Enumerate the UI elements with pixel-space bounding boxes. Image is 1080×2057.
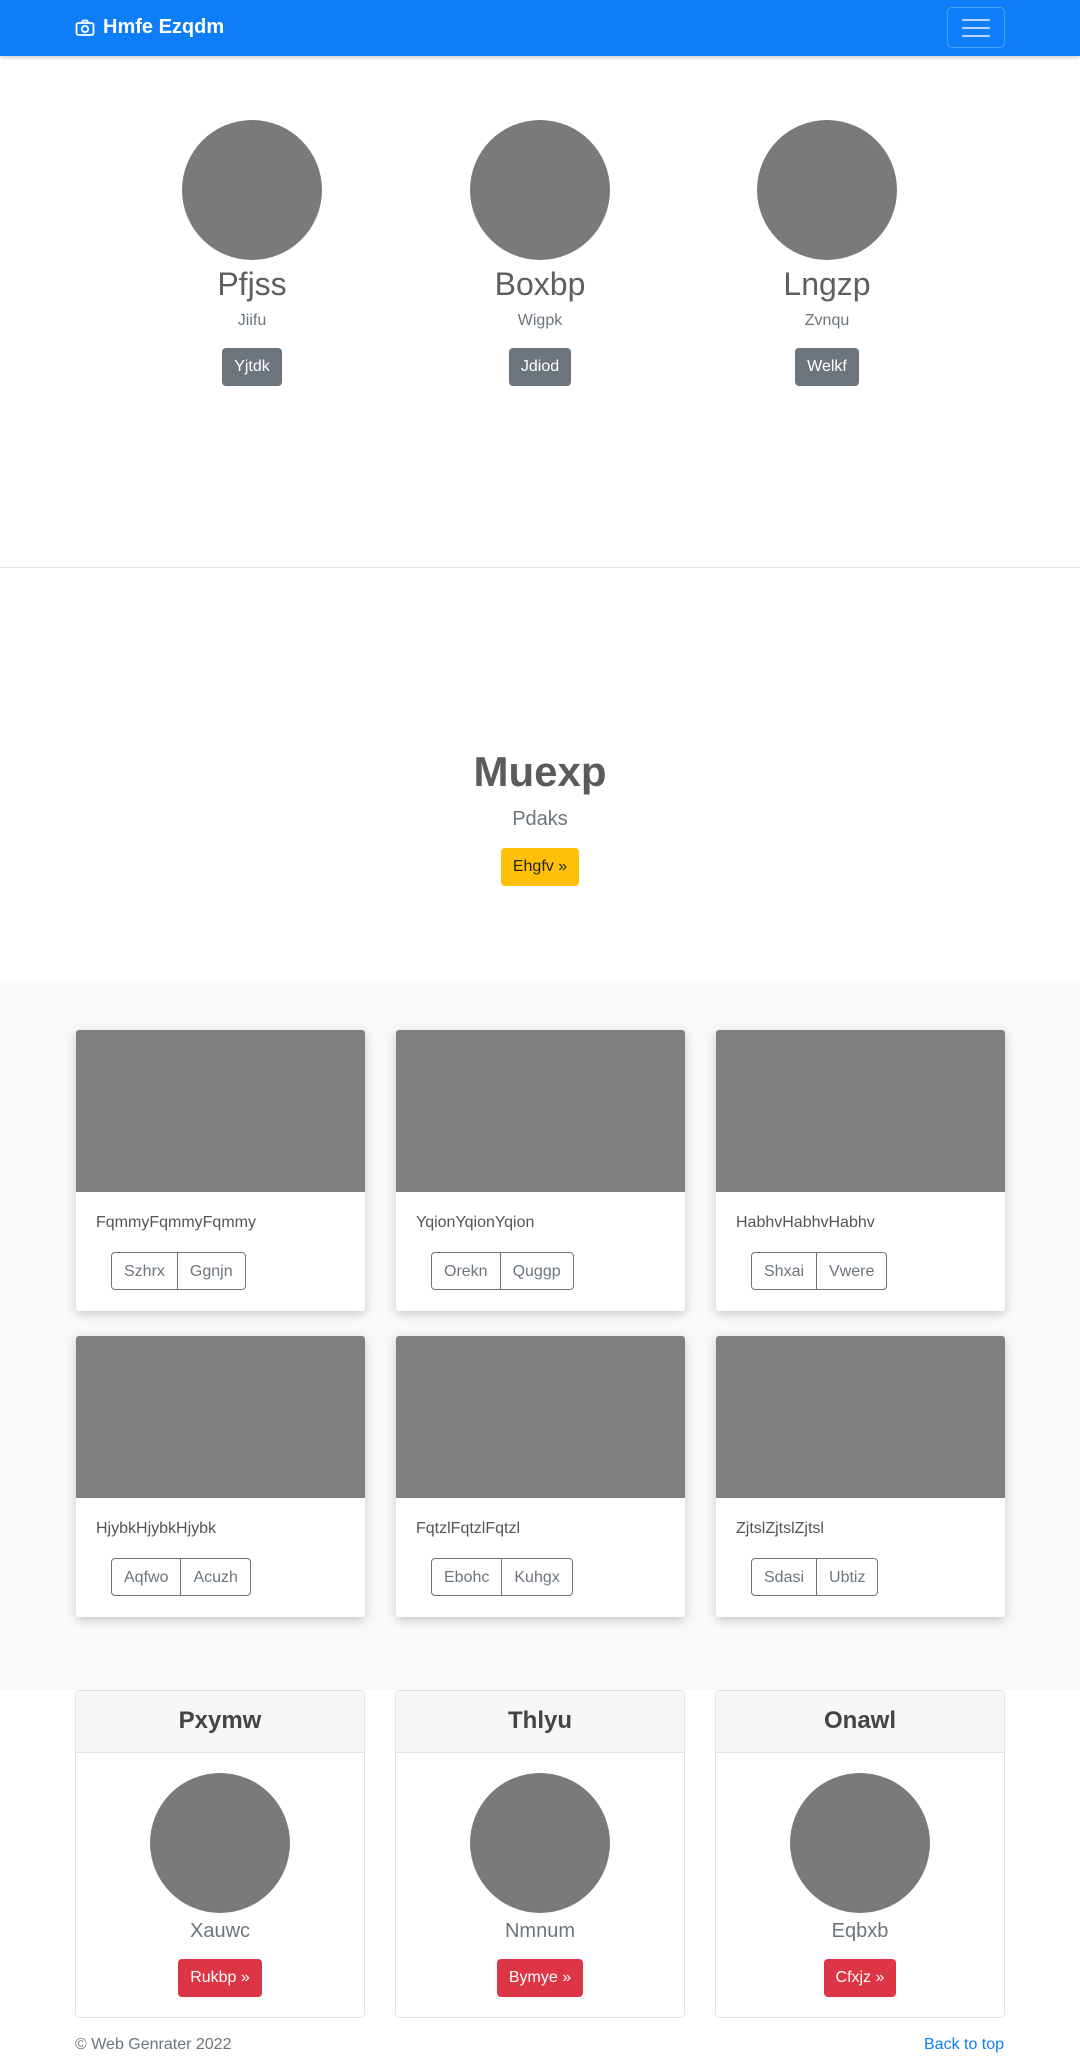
- card-button-group: Szhrx Ggnjn: [111, 1252, 246, 1290]
- brand-name: Hmfe Ezqdm: [103, 16, 225, 38]
- profile-button[interactable]: Bymye »: [497, 1959, 583, 1997]
- back-to-top-link[interactable]: Back to top: [924, 2035, 1004, 2055]
- brand-link[interactable]: Hmfe Ezqdm: [75, 16, 224, 39]
- avatar: [790, 1773, 930, 1913]
- navbar-toggler-button[interactable]: [947, 7, 1005, 48]
- camera-icon: [75, 19, 95, 36]
- album-card: FqmmyFqmmyFqmmy Szhrx Ggnjn: [76, 1030, 365, 1311]
- card-text: FqtzlFqtzlFqtzl: [416, 1520, 521, 1537]
- profile-button[interactable]: Cfxjz »: [824, 1959, 896, 1997]
- card-image: [396, 1336, 685, 1498]
- card-image: [76, 1336, 365, 1498]
- member-name: Pfjss: [217, 266, 287, 302]
- card-button[interactable]: Orekn: [431, 1252, 501, 1290]
- card-button-group: Shxai Vwere: [751, 1252, 888, 1290]
- album-section: FqmmyFqmmyFqmmy Szhrx Ggnjn YqionYqionYq…: [0, 981, 1080, 1690]
- profile-name: Xauwc: [189, 1920, 251, 1942]
- profile-name: Nmnum: [504, 1920, 575, 1942]
- card-button[interactable]: Vwere: [816, 1252, 888, 1290]
- footer-copyright: © Web Genrater 2022: [75, 2036, 232, 2053]
- card-button[interactable]: Kuhgx: [501, 1558, 573, 1596]
- album-card: HabhvHabhvHabhv Shxai Vwere: [716, 1030, 1005, 1311]
- member-name: Lngzp: [783, 266, 871, 302]
- album-card: YqionYqionYqion Orekn Quggp: [396, 1030, 685, 1311]
- member-button[interactable]: Yjtdk: [222, 348, 282, 386]
- album-card: ZjtslZjtslZjtsl Sdasi Ubtiz: [716, 1336, 1005, 1617]
- navbar: Hmfe Ezqdm: [0, 0, 1080, 56]
- card-text: FqmmyFqmmyFqmmy: [96, 1214, 256, 1231]
- profile-card-header: Pxymw: [76, 1691, 364, 1753]
- profile-card: Pxymw Xauwc Rukbp »: [75, 1690, 365, 2018]
- hero-button[interactable]: Ehgfv »: [501, 848, 579, 886]
- profile-card: Thlyu Nmnum Bymye »: [395, 1690, 685, 2018]
- hamburger-menu-icon: [962, 18, 990, 21]
- card-text: ZjtslZjtslZjtsl: [736, 1520, 824, 1537]
- hero-title: Muexp: [473, 748, 607, 795]
- member-button[interactable]: Welkf: [795, 348, 859, 386]
- profile-card-header: Thlyu: [396, 1691, 684, 1753]
- profile-button[interactable]: Rukbp »: [178, 1959, 262, 1997]
- card-image: [76, 1030, 365, 1192]
- card-button[interactable]: Sdasi: [751, 1558, 818, 1596]
- member-button[interactable]: Jdiod: [508, 348, 572, 386]
- card-button[interactable]: Ebohc: [431, 1558, 503, 1596]
- card-button-group: Orekn Quggp: [431, 1252, 574, 1290]
- card-text: YqionYqionYqion: [416, 1214, 535, 1231]
- card-image: [716, 1336, 1005, 1498]
- card-text: HabhvHabhvHabhv: [736, 1214, 875, 1231]
- card-button[interactable]: Quggp: [499, 1252, 574, 1290]
- team-member: Lngzp Zvnqu Welkf: [727, 120, 927, 386]
- card-button[interactable]: Acuzh: [180, 1558, 251, 1596]
- album-card: FqtzlFqtzlFqtzl Ebohc Kuhgx: [396, 1336, 685, 1617]
- member-role: Wigpk: [517, 312, 563, 329]
- card-image: [716, 1030, 1005, 1192]
- team-member: Pfjss Jiifu Yjtdk: [152, 120, 352, 386]
- card-button[interactable]: Ggnjn: [176, 1252, 246, 1290]
- avatar: [470, 1773, 610, 1913]
- album-card: HjybkHjybkHjybk Aqfwo Acuzh: [76, 1336, 365, 1617]
- card-text: HjybkHjybkHjybk: [96, 1520, 217, 1537]
- avatar: [757, 120, 897, 260]
- team-section: Pfjss Jiifu Yjtdk Boxbp Wigpk Jdiod Lngz…: [0, 56, 1080, 568]
- member-role: Jiifu: [237, 312, 267, 329]
- card-image: [396, 1030, 685, 1192]
- team-member: Boxbp Wigpk Jdiod: [440, 120, 640, 386]
- card-button[interactable]: Shxai: [751, 1252, 818, 1290]
- card-button-group: Aqfwo Acuzh: [111, 1558, 251, 1596]
- profile-card-header: Onawl: [716, 1691, 1004, 1753]
- avatar: [182, 120, 322, 260]
- hero-subtitle: Pdaks: [512, 808, 568, 830]
- card-button-group: Sdasi Ubtiz: [751, 1558, 879, 1596]
- card-button[interactable]: Aqfwo: [111, 1558, 182, 1596]
- avatar: [470, 120, 610, 260]
- hero-section: Muexp Pdaks Ehgfv »: [0, 569, 1080, 981]
- member-role: Zvnqu: [804, 312, 850, 329]
- card-button[interactable]: Szhrx: [111, 1252, 178, 1290]
- profile-name: Eqbxb: [831, 1920, 889, 1942]
- card-button-group: Ebohc Kuhgx: [431, 1558, 573, 1596]
- profile-card: Onawl Eqbxb Cfxjz »: [715, 1690, 1005, 2018]
- card-button[interactable]: Ubtiz: [816, 1558, 879, 1596]
- member-name: Boxbp: [494, 266, 586, 302]
- avatar: [150, 1773, 290, 1913]
